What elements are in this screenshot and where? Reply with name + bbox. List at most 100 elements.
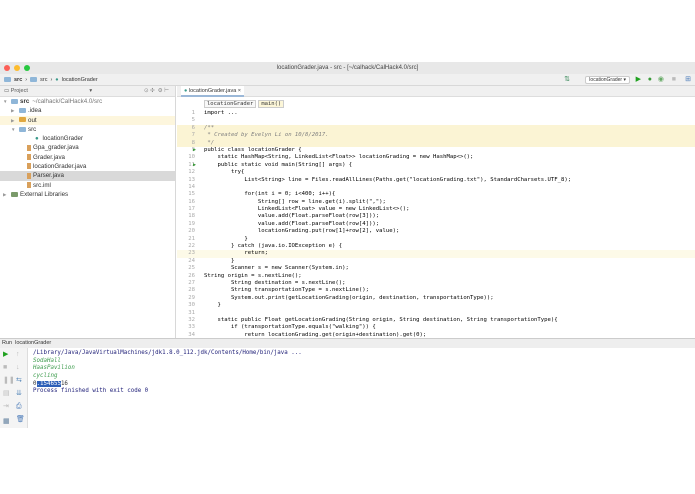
code-line[interactable]: 21 } [177,236,695,243]
line-number: 27 [188,279,195,286]
code-line[interactable]: 8 */ [177,139,695,147]
code-area[interactable]: 1 import ... 5 6/** 7 * Created by Evelyn Li… [177,110,695,339]
code-line[interactable]: 30 } [177,302,695,309]
wrap-icon[interactable]: ⇆ [16,377,22,385]
project-tree: ▼ src ~/calhack/CalHack4.0/src ▶ .idea ▶ out ▼ s… [0,97,175,199]
crumb-method[interactable]: main() [258,99,285,108]
code-line[interactable]: 31 [177,310,695,317]
expand-arrow-icon[interactable]: ▶ [3,190,11,199]
code-line[interactable]: 10 static HashMap<String, LinkedList<Flo… [177,154,695,161]
tree-item[interactable]: ▶ .idea [0,106,175,115]
code-line[interactable]: 13 List<String> line = Files.readAllLine… [177,177,695,184]
java-file-icon [27,172,31,179]
tree-item[interactable]: ● locationGrader [0,134,175,143]
code-line[interactable]: 26 String origin = s.nextLine(); [177,273,695,280]
rerun-icon[interactable]: ▶ [3,351,8,359]
code-line[interactable]: 6 /** [177,124,695,133]
print-icon[interactable]: ⎙ [16,403,22,411]
nav-crumb[interactable]: src [14,77,22,83]
code-line[interactable]: 18 value.add(Float.parseFloat(row[3])); [177,213,695,220]
build-icon[interactable]: ⇅ [564,76,570,84]
coverage-icon[interactable]: ◉ [658,76,664,84]
tree-item-label: External Libraries [20,190,69,198]
expand-arrow-icon[interactable]: ▼ [3,97,11,106]
tree-item-label: Parser.java [33,172,64,180]
library-icon [11,191,18,197]
project-view-select[interactable]: Project [11,88,28,94]
nav-crumb[interactable]: locationGrader [62,77,98,83]
scroll-end-icon[interactable]: ⇊ [16,390,22,398]
code-line[interactable]: 24 } [177,258,695,265]
line-number: 29 [188,294,195,301]
run-config-tab[interactable]: locationGrader [15,340,51,346]
code-line[interactable]: 15 for(int i = 0; i<400; i++){ [177,191,695,198]
exit-icon[interactable]: ⇥ [3,403,9,411]
expand-arrow-icon[interactable]: ▶ [11,116,19,125]
close-button[interactable] [4,65,10,71]
tree-item[interactable]: ▼ src ~/calhack/CalHack4.0/src [0,97,175,106]
panel-tools-icon[interactable]: ⊙ ✣ ⚙ ⊢ [144,86,169,97]
code-line[interactable]: 1 import ... [177,110,695,117]
console-output[interactable]: /Library/Java/JavaVirtualMachines/jdk1.8… [33,350,302,396]
code-text: } catch (java.io.IOException e) { [204,243,343,250]
close-tab-icon[interactable]: × [238,88,241,94]
code-line[interactable]: 12 try{ [177,169,695,176]
code-line[interactable]: 17 LinkedList<Float> value = new LinkedL… [177,206,695,213]
stop-icon[interactable]: ■ [3,364,7,372]
code-line[interactable]: 5 [177,117,695,124]
down-icon[interactable]: ↓ [16,364,20,372]
up-icon[interactable]: ↑ [16,351,20,359]
run-icon[interactable]: ▶ [636,76,641,84]
tree-item[interactable]: ▼ src [0,125,175,134]
code-line[interactable]: 14 [177,184,695,191]
code-line[interactable]: 9 ▶ public class locationGrader { [177,147,695,154]
selected-text[interactable]: .154655 [36,380,61,387]
debug-icon[interactable]: ● [648,76,652,84]
code-line[interactable]: 25 Scanner s = new Scanner(System.in); [177,265,695,272]
code-text: value.add(Float.parseFloat(row[4])); [204,220,380,227]
tree-item[interactable]: ▶ out [0,115,175,125]
tree-item[interactable]: Gpa_grader.java [0,143,175,152]
tree-item[interactable]: Grader.java [0,153,175,162]
expand-arrow-icon[interactable]: ▼ [11,125,19,134]
project-structure-icon[interactable]: ⊞ [685,76,691,84]
code-line[interactable]: 7 * Created by Evelyn Li on 10/8/2017. [177,132,695,140]
stop-icon[interactable]: ■ [672,76,676,84]
code-line[interactable]: 22 } catch (java.io.IOException e) { [177,243,695,250]
minimize-button[interactable] [14,65,20,71]
code-line[interactable]: 28 String transportationType = s.nextLin… [177,287,695,294]
crumb-class[interactable]: locationGrader [204,99,257,108]
tab-locationGrader[interactable]: ● locationGrader.java × [181,86,244,97]
line-number: 13 [188,176,195,183]
tree-item[interactable]: locationGrader.java [0,162,175,171]
code-line[interactable]: 16 String[] row = line.get(i).split(",")… [177,199,695,206]
code-line[interactable]: 32 static public Float getLocationGradin… [177,317,695,324]
layout-icon[interactable]: ▦ [3,418,10,426]
line-number: 18 [188,213,195,220]
tree-item[interactable]: ▶ External Libraries [0,190,175,199]
code-line[interactable]: 19 value.add(Float.parseFloat(row[4])); [177,221,695,228]
run-gutter-icon[interactable]: ▶ [193,162,196,169]
code-line[interactable]: 23 return; [177,250,695,258]
dump-icon[interactable]: ▤ [3,390,10,398]
run-gutter-icon[interactable]: ▶ [193,147,196,154]
line-number: 25 [188,265,195,272]
java-file-icon [27,163,31,170]
tree-item[interactable]: Parser.java [0,171,175,181]
code-line[interactable]: 29 System.out.print(getLocationGrading(o… [177,295,695,302]
code-line[interactable]: 27 String destination = s.nextLine(); [177,280,695,287]
maximize-button[interactable] [24,65,30,71]
tree-item[interactable]: src.iml [0,181,175,190]
run-config-select[interactable]: locationGrader ▾ [585,76,630,84]
code-line[interactable]: 11 ▶ public static void main(String[] arg… [177,162,695,169]
nav-crumb[interactable]: src [40,77,47,83]
code-line[interactable]: 20 locationGrading.put(row[1]+row[2], va… [177,228,695,235]
line-number: 33 [188,324,195,331]
code-line[interactable]: 33 if (transportationType.equals("walkin… [177,324,695,331]
pause-icon[interactable]: ❚❚ [3,377,15,385]
trash-icon[interactable]: 🗑 [16,416,25,424]
line-number: 19 [188,220,195,227]
expand-arrow-icon[interactable]: ▶ [11,106,19,115]
line-number: 28 [188,287,195,294]
line-number: 8 [191,139,195,146]
